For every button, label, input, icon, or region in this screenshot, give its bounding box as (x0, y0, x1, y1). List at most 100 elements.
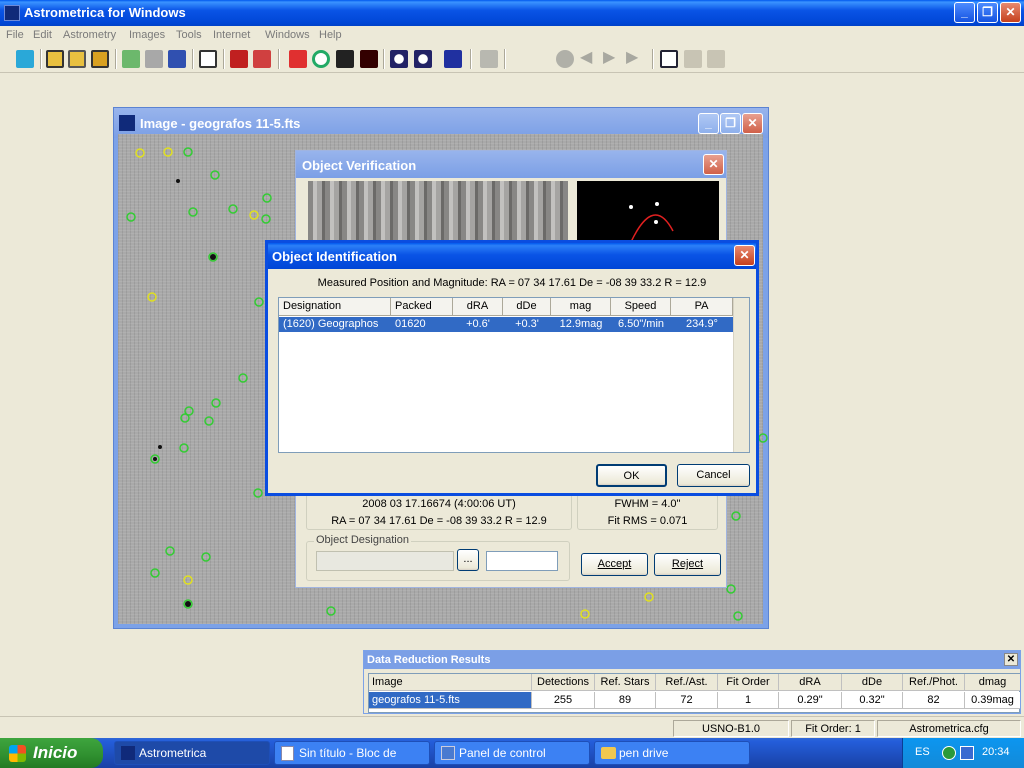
star-marker (726, 584, 736, 594)
observation-time: 2008 03 17.16674 (4:00:06 UT) (362, 498, 516, 510)
identification-title: Object Identification (272, 249, 397, 264)
col-designation[interactable]: Designation (279, 298, 391, 316)
results-col-dmag[interactable]: dmag (965, 674, 1020, 691)
taskbar: Inicio Astrometrica Sin título - Bloc de… (0, 738, 1024, 768)
fwhm-value: FWHM = 4.0" (614, 498, 681, 510)
results-titlebar[interactable]: Data Reduction Results ✕ (364, 651, 1020, 669)
col-packed[interactable]: Packed (391, 298, 453, 316)
candidates-list[interactable]: Designation Packed dRA dDe mag Speed PA … (278, 297, 750, 453)
list-item[interactable]: (1620) Geographos 01620 +0.6' +0.3' 12.9… (279, 317, 733, 332)
results-cell-dra: 0.29" (779, 692, 842, 709)
identification-titlebar[interactable]: Object Identification ✕ (268, 243, 756, 269)
star (176, 179, 180, 183)
star-marker (580, 609, 590, 619)
task-astrometrica[interactable]: Astrometrica (114, 741, 270, 765)
results-cell-ref-ast: 72 (656, 692, 718, 709)
star-marker (733, 611, 743, 621)
object-identification-dialog[interactable]: Object Identification ✕ Measured Positio… (265, 240, 759, 496)
results-cell-ref-stars: 89 (595, 692, 656, 709)
profile-curve (629, 202, 674, 241)
object-thumbnail (308, 181, 568, 241)
ok-button[interactable]: OK (596, 464, 667, 487)
col-dde[interactable]: dDe (503, 298, 551, 316)
star-marker (228, 204, 238, 214)
verification-close-button[interactable]: ✕ (703, 154, 724, 175)
status-catalog: USNO-B1.0 (673, 720, 789, 737)
results-col-ref-ast[interactable]: Ref./Ast. (656, 674, 718, 691)
cell-mag: 12.9mag (559, 318, 603, 330)
col-speed[interactable]: Speed (611, 298, 671, 316)
profile-point (629, 205, 633, 209)
clock[interactable]: 20:34 (982, 746, 1010, 758)
results-col-fit-order[interactable]: Fit Order (718, 674, 779, 691)
results-col-dde[interactable]: dDe (842, 674, 903, 691)
results-col-dra[interactable]: dRA (779, 674, 842, 691)
measured-summary: Measured Position and Magnitude: RA = 07… (317, 277, 707, 289)
star-marker (165, 546, 175, 556)
start-button[interactable]: Inicio (0, 738, 103, 768)
tray-app-icon[interactable] (960, 746, 974, 760)
system-tray: ES 20:34 (902, 738, 1024, 768)
results-cell-dde: 0.32" (842, 692, 903, 709)
star-marker (731, 511, 741, 521)
col-dra[interactable]: dRA (453, 298, 503, 316)
task-label: Astrometrica (139, 746, 207, 760)
star-marker (253, 488, 263, 498)
language-indicator[interactable]: ES (915, 746, 930, 758)
col-mag[interactable]: mag (551, 298, 611, 316)
task-label: Panel de control (459, 746, 546, 760)
cell-packed: 01620 (395, 318, 426, 330)
results-col-image[interactable]: Image (369, 674, 532, 691)
star (158, 445, 162, 449)
cell-pa: 234.9° (686, 318, 718, 330)
designation-input[interactable] (486, 551, 558, 571)
star-marker (758, 433, 768, 443)
star-marker (188, 207, 198, 217)
results-col-ref-phot[interactable]: Ref./Phot. (903, 674, 965, 691)
designation-combo[interactable] (316, 551, 454, 571)
profile-point (655, 202, 659, 206)
results-close-button[interactable]: ✕ (1004, 653, 1018, 666)
results-grid[interactable]: Image Detections Ref. Stars Ref./Ast. Fi… (368, 673, 1020, 713)
task-pen-drive[interactable]: pen drive (594, 741, 750, 765)
col-pa[interactable]: PA (671, 298, 733, 316)
star-marker (204, 416, 214, 426)
cell-speed: 6.50"/min (617, 318, 665, 330)
star-marker (126, 212, 136, 222)
accept-button[interactable]: Accept (581, 553, 648, 576)
star-marker (179, 443, 189, 453)
data-reduction-results-window[interactable]: Data Reduction Results ✕ Image Detection… (363, 650, 1021, 714)
status-config: Astrometrica.cfg (877, 720, 1021, 737)
astrometrica-task-icon (121, 746, 135, 760)
results-cell-ref-phot: 82 (903, 692, 965, 709)
star (185, 601, 191, 607)
results-col-ref-stars[interactable]: Ref. Stars (595, 674, 656, 691)
star-marker (135, 148, 145, 158)
task-notepad[interactable]: Sin título - Bloc de notas (274, 741, 430, 765)
profile-point (654, 220, 658, 224)
star-marker (249, 210, 259, 220)
star-marker (183, 147, 193, 157)
verification-titlebar[interactable]: Object Verification ✕ (296, 151, 726, 178)
reject-button[interactable]: Reject (654, 553, 721, 576)
task-control-panel[interactable]: Panel de control (434, 741, 590, 765)
status-fit-order: Fit Order: 1 (791, 720, 875, 737)
identification-close-button[interactable]: ✕ (734, 245, 755, 266)
measured-position: RA = 07 34 17.61 De = -08 39 33.2 R = 12… (331, 515, 547, 527)
profile-plot (577, 181, 719, 241)
star (153, 457, 157, 461)
star-marker (261, 214, 271, 224)
candidates-header: Designation Packed dRA dDe mag Speed PA (279, 298, 749, 316)
status-bar: USNO-B1.0 Fit Order: 1 Astrometrica.cfg (0, 716, 1024, 738)
results-cell-detections: 255 (532, 692, 595, 709)
list-scrollbar[interactable] (733, 298, 749, 452)
browse-button[interactable]: ... (457, 549, 479, 571)
results-col-detections[interactable]: Detections (532, 674, 595, 691)
star-marker (211, 398, 221, 408)
network-icon[interactable] (942, 746, 956, 760)
cancel-button[interactable]: Cancel (677, 464, 750, 487)
results-cell-image: geografos 11-5.fts (369, 692, 532, 709)
fit-curve (630, 214, 674, 241)
fit-rms-value: Fit RMS = 0.071 (607, 515, 688, 527)
star-marker (644, 592, 654, 602)
